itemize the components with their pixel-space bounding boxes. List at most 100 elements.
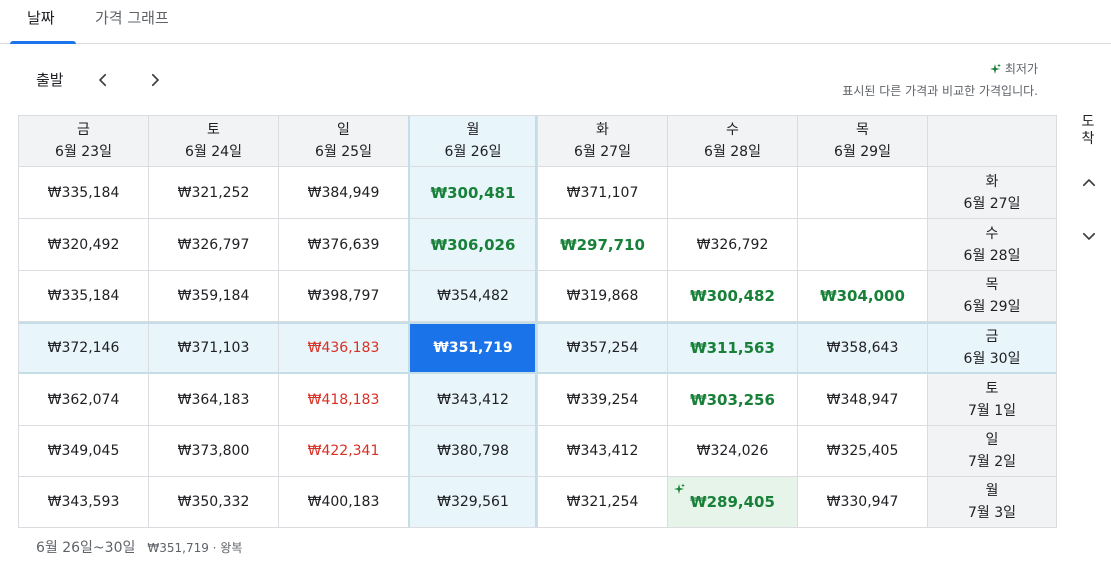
tab-dates[interactable]: 날짜 <box>27 0 55 44</box>
price-cell[interactable]: ₩339,254 <box>538 374 668 426</box>
price-cell[interactable]: ₩325,405 <box>798 426 928 477</box>
scroll-down-button[interactable] <box>1078 225 1100 247</box>
price-cell[interactable]: ₩362,074 <box>19 374 149 426</box>
row-day: 화 <box>985 173 999 190</box>
price-value: ₩376,639 <box>307 236 380 253</box>
column-header-4: 화 6월 27일 <box>538 116 668 167</box>
price-value: ₩362,074 <box>47 391 120 408</box>
price-cell[interactable]: ₩380,798 <box>409 426 538 477</box>
price-cell[interactable]: ₩300,481 <box>409 167 538 219</box>
column-header-1: 토 6월 24일 <box>149 116 279 167</box>
price-cell[interactable]: ₩343,412 <box>538 426 668 477</box>
price-cell[interactable]: ₩303,256 <box>668 374 798 426</box>
row-header-3: 금 6월 30일 <box>928 322 1056 374</box>
price-value: ₩325,405 <box>826 443 899 459</box>
price-cell[interactable]: ₩373,800 <box>149 426 279 477</box>
price-value: ₩348,947 <box>826 391 899 408</box>
price-cell[interactable]: ₩335,184 <box>19 271 149 322</box>
column-day: 화 <box>596 122 609 138</box>
price-cell[interactable]: ₩326,792 <box>668 219 798 271</box>
price-value: ₩321,252 <box>177 184 250 201</box>
column-day: 월 <box>466 122 480 138</box>
active-tab-indicator <box>10 41 76 44</box>
price-cell[interactable]: ₩304,000 <box>798 271 928 322</box>
column-header-5: 수 6월 28일 <box>668 116 798 167</box>
price-cell[interactable]: ₩371,107 <box>538 167 668 219</box>
price-cell[interactable]: ₩359,184 <box>149 271 279 322</box>
price-cell[interactable]: ₩358,643 <box>798 322 928 374</box>
price-cell[interactable]: ₩289,405 <box>668 477 798 527</box>
chevron-right-icon <box>151 73 159 87</box>
row-header-2: 목 6월 29일 <box>928 271 1056 322</box>
price-value: ₩398,797 <box>307 288 380 304</box>
price-value: ₩335,184 <box>47 288 120 304</box>
price-value: ₩326,797 <box>177 236 250 253</box>
next-dates-button[interactable] <box>141 66 169 94</box>
row-date: 7월 1일 <box>967 402 1017 419</box>
price-value: ₩350,332 <box>177 494 250 510</box>
tab-price-graph[interactable]: 가격 그래프 <box>95 0 169 44</box>
row-date: 7월 3일 <box>967 505 1017 521</box>
arrival-label: 도착 <box>1081 114 1095 147</box>
price-cell[interactable]: ₩343,412 <box>409 374 538 426</box>
price-cell[interactable]: ₩418,183 <box>279 374 409 426</box>
price-cell[interactable]: ₩319,868 <box>538 271 668 322</box>
price-cell[interactable]: ₩306,026 <box>409 219 538 271</box>
price-cell[interactable]: ₩300,482 <box>668 271 798 322</box>
price-cell[interactable]: ₩324,026 <box>668 426 798 477</box>
price-value: ₩349,045 <box>47 443 120 459</box>
price-cell[interactable]: ₩357,254 <box>538 322 668 374</box>
price-cell[interactable]: ₩436,183 <box>279 322 409 374</box>
row-header-6: 월 7월 3일 <box>928 477 1056 527</box>
price-value: ₩289,405 <box>690 493 775 511</box>
price-cell[interactable]: ₩349,045 <box>19 426 149 477</box>
price-cell[interactable]: ₩351,719 <box>409 322 538 374</box>
column-date: 6월 28일 <box>704 144 761 160</box>
price-value: ₩373,800 <box>177 443 250 459</box>
row-header-1: 수 6월 28일 <box>928 219 1056 271</box>
price-cell[interactable]: ₩330,947 <box>798 477 928 527</box>
price-cell[interactable]: ₩329,561 <box>409 477 538 527</box>
sparkle-icon <box>674 483 685 494</box>
price-cell[interactable]: ₩297,710 <box>538 219 668 271</box>
price-cell[interactable]: ₩354,482 <box>409 271 538 322</box>
price-cell[interactable]: ₩326,797 <box>149 219 279 271</box>
price-cell[interactable]: ₩400,183 <box>279 477 409 527</box>
price-value: ₩357,254 <box>566 339 639 356</box>
price-date-grid: 금 6월 23일 토 6월 24일 일 6월 25일 월 6월 26일 화 6월 27일 수 6월 2… <box>18 115 1057 528</box>
scroll-up-button[interactable] <box>1078 172 1100 194</box>
legend-title: 최저가 <box>1004 62 1038 76</box>
row-day: 목 <box>985 277 999 293</box>
sparkle-icon <box>989 63 1001 74</box>
price-cell[interactable]: ₩321,254 <box>538 477 668 527</box>
prev-dates-button[interactable] <box>89 66 117 94</box>
price-cell[interactable]: ₩343,593 <box>19 477 149 527</box>
price-cell[interactable]: ₩311,563 <box>668 322 798 374</box>
price-value: ₩384,949 <box>307 184 380 201</box>
price-value: ₩300,481 <box>430 183 516 202</box>
price-cell[interactable]: ₩372,146 <box>19 322 149 374</box>
price-cell[interactable]: ₩422,341 <box>279 426 409 477</box>
column-header-3: 월 6월 26일 <box>409 116 538 167</box>
price-cell[interactable]: ₩398,797 <box>279 271 409 322</box>
price-cell[interactable]: ₩321,252 <box>149 167 279 219</box>
price-cell[interactable]: ₩348,947 <box>798 374 928 426</box>
price-cell[interactable]: ₩364,183 <box>149 374 279 426</box>
price-cell[interactable]: ₩350,332 <box>149 477 279 527</box>
price-value: ₩400,183 <box>307 494 380 510</box>
price-cell[interactable]: ₩320,492 <box>19 219 149 271</box>
price-cell[interactable]: ₩371,103 <box>149 322 279 374</box>
column-date: 6월 29일 <box>834 144 891 160</box>
row-day: 수 <box>985 225 999 242</box>
price-value: ₩422,341 <box>307 443 380 459</box>
price-value: ₩380,798 <box>437 443 509 459</box>
price-cell[interactable]: ₩384,949 <box>279 167 409 219</box>
column-date: 6월 27일 <box>574 144 631 160</box>
chevron-left-icon <box>99 73 107 87</box>
selected-dates: 6월 26일~30일 <box>36 540 136 556</box>
row-day: 토 <box>985 380 999 397</box>
price-value: ₩304,000 <box>820 287 905 305</box>
price-cell[interactable]: ₩376,639 <box>279 219 409 271</box>
row-date: 6월 30일 <box>963 350 1021 367</box>
price-cell[interactable]: ₩335,184 <box>19 167 149 219</box>
